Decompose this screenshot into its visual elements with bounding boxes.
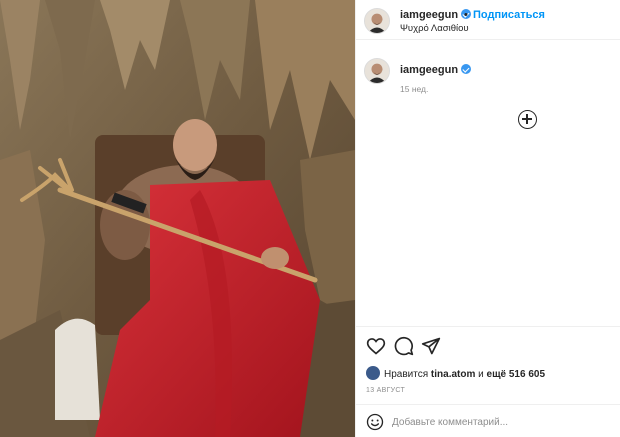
heart-icon[interactable] — [366, 336, 386, 356]
avatar-icon — [365, 59, 389, 83]
verified-icon — [461, 64, 472, 74]
likes-prefix: Нравится — [384, 369, 429, 380]
post-image — [0, 0, 355, 437]
comment-bar — [356, 404, 620, 437]
header-separator: • — [464, 9, 468, 21]
author-username-link[interactable]: iamgeegun — [400, 9, 472, 21]
author-avatar[interactable] — [364, 8, 390, 34]
paper-plane-icon[interactable] — [421, 336, 441, 356]
author-username-text: iamgeegun — [400, 9, 459, 21]
post-photo[interactable] — [0, 0, 355, 437]
caption-username-link[interactable]: iamgeegun — [400, 64, 472, 76]
comment-bubble-icon[interactable] — [394, 336, 414, 356]
caption-author-avatar[interactable] — [364, 58, 390, 84]
comment-input[interactable] — [392, 413, 612, 431]
post-side-panel: iamgeegun • Подписаться Ψυχρό Λασιθίου i… — [355, 0, 620, 437]
location-link[interactable]: Ψυχρό Λασιθίου — [400, 23, 469, 34]
caption-username-text: iamgeegun — [400, 64, 459, 76]
likes-count-link[interactable]: ещё 516 605 — [487, 369, 546, 380]
likes-and: и — [478, 369, 484, 380]
post-actions: Нравится tina.atom и ещё 516 605 13 АВГУ… — [356, 326, 620, 437]
follow-button[interactable]: Подписаться — [473, 9, 545, 21]
liker-username-link[interactable]: tina.atom — [431, 369, 475, 380]
post-date: 13 АВГУСТ — [366, 387, 406, 394]
avatar-icon — [365, 9, 389, 33]
post-time-ago: 15 нед. — [400, 84, 429, 94]
post-header: iamgeegun • Подписаться Ψυχρό Λασιθίου — [356, 0, 620, 40]
add-circle-icon[interactable] — [518, 110, 537, 129]
liker-avatar[interactable] — [366, 366, 380, 380]
smiley-icon[interactable] — [366, 413, 384, 431]
likes-summary: Нравится tina.atom и ещё 516 605 — [366, 366, 545, 380]
